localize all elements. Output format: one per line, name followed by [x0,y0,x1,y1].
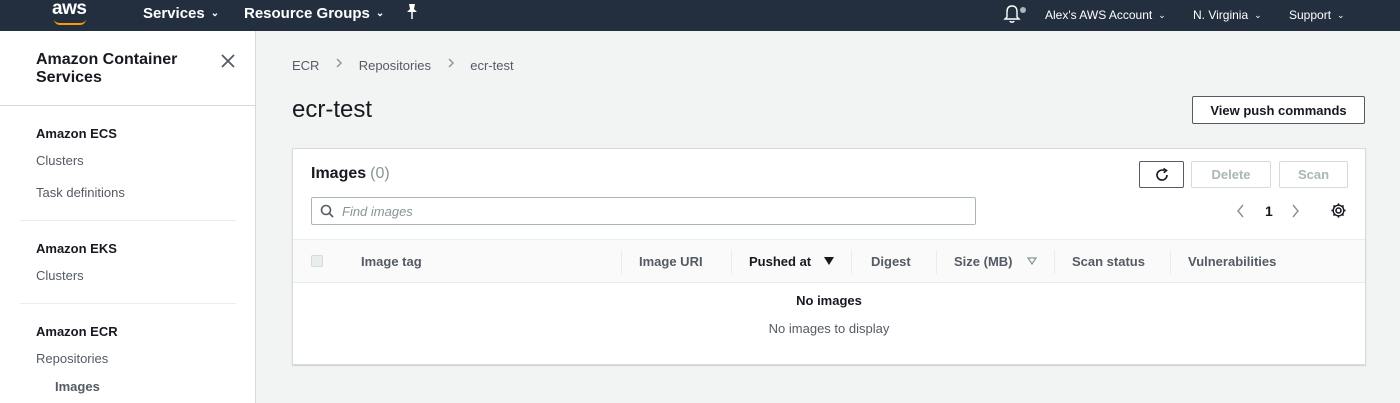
column-divider [1054,250,1055,274]
images-panel-title: Images [311,165,367,182]
column-scan-status[interactable]: Scan status [1072,254,1145,269]
chevron-right-icon[interactable] [1289,204,1301,218]
top-navigation: aws Services ⌄ Resource Groups ⌄ Alex's AW… [0,0,1400,31]
column-divider [851,250,852,274]
region-menu[interactable]: N. Virginia ⌄ [1193,8,1262,22]
column-image-tag[interactable]: Image tag [361,254,422,269]
sidebar-divider [0,105,256,106]
resource-groups-label: Resource Groups [244,5,370,22]
search-field[interactable] [311,197,976,225]
sidebar-heading-ecs: Amazon ECS [36,126,117,141]
chevron-right-icon [336,58,343,68]
account-label: Alex's AWS Account [1045,8,1153,22]
sidebar-item-task-definitions[interactable]: Task definitions [36,185,125,200]
pagination: 1 [1235,201,1305,221]
aws-logo[interactable]: aws [52,0,87,20]
scan-button[interactable]: Scan [1279,161,1348,188]
region-label: N. Virginia [1193,8,1249,22]
breadcrumb-repositories[interactable]: Repositories [359,58,431,73]
column-image-uri[interactable]: Image URI [639,254,703,269]
chevron-down-icon: ⌄ [1254,10,1262,20]
gear-icon[interactable] [1330,202,1347,219]
notification-dot [1020,7,1026,13]
services-menu[interactable]: Services ⌄ [143,5,219,22]
column-vulnerabilities[interactable]: Vulnerabilities [1188,254,1276,269]
column-digest[interactable]: Digest [871,254,911,269]
column-divider [731,250,732,274]
sidebar-item-ecs-clusters[interactable]: Clusters [36,153,84,168]
support-menu[interactable]: Support ⌄ [1289,8,1345,22]
column-divider [621,250,622,274]
images-count: (0) [370,165,390,182]
column-size[interactable]: Size (MB) [954,254,1013,269]
breadcrumb-ecr[interactable]: ECR [292,58,319,73]
refresh-icon [1155,167,1168,181]
refresh-button[interactable] [1139,161,1184,188]
services-label: Services [143,5,205,22]
sidebar-divider [20,220,236,221]
sidebar-heading-ecr: Amazon ECR [36,324,118,339]
support-label: Support [1289,8,1332,22]
search-input[interactable] [342,201,962,221]
account-menu[interactable]: Alex's AWS Account ⌄ [1045,8,1166,22]
images-panel: Images(0) Delete Scan 1 Image tag Image … [292,148,1366,365]
empty-state-title: No images [796,293,862,308]
empty-state-message: No images to display [768,321,890,336]
close-icon[interactable] [218,51,238,71]
aws-logo-smile [54,19,86,25]
chevron-down-icon: ⌄ [1158,10,1166,20]
select-all-checkbox[interactable] [311,255,323,267]
bell-icon[interactable] [1003,4,1021,24]
chevron-down-icon: ⌄ [1337,10,1345,20]
chevron-down-icon: ⌄ [375,8,385,19]
pin-icon[interactable] [404,3,420,21]
sidebar-item-repositories[interactable]: Repositories [36,351,108,366]
page-number[interactable]: 1 [1265,203,1273,219]
search-icon [320,204,334,218]
chevron-left-icon[interactable] [1235,204,1247,218]
chevron-down-icon: ⌄ [210,8,220,19]
column-divider [1170,250,1171,274]
chevron-right-icon [448,58,454,68]
breadcrumb-current: ecr-test [470,58,514,74]
sort-desc-icon[interactable] [824,257,834,265]
resource-groups-menu[interactable]: Resource Groups ⌄ [244,5,384,22]
view-push-commands-button[interactable]: View push commands [1192,96,1365,124]
images-panel-header: Images (0) [311,165,390,183]
column-pushed-at[interactable]: Pushed at [749,254,811,269]
sidebar-divider [20,303,236,304]
page-title: ecr-test [292,96,373,123]
sort-icon[interactable] [1027,257,1037,265]
delete-button[interactable]: Delete [1191,161,1271,188]
breadcrumb: ECR Repositories ecr-test [292,57,514,73]
sidebar-item-images[interactable]: Images [55,379,100,394]
column-divider [936,250,937,274]
side-navigation: Amazon Container Services Amazon ECS Clu… [0,31,256,403]
sidebar-item-eks-clusters[interactable]: Clusters [36,268,84,283]
sidebar-title: Amazon Container Services [36,51,178,86]
sidebar-heading-eks: Amazon EKS [36,241,117,256]
table-header: Image tag Image URI Pushed at Digest Siz… [293,239,1365,283]
